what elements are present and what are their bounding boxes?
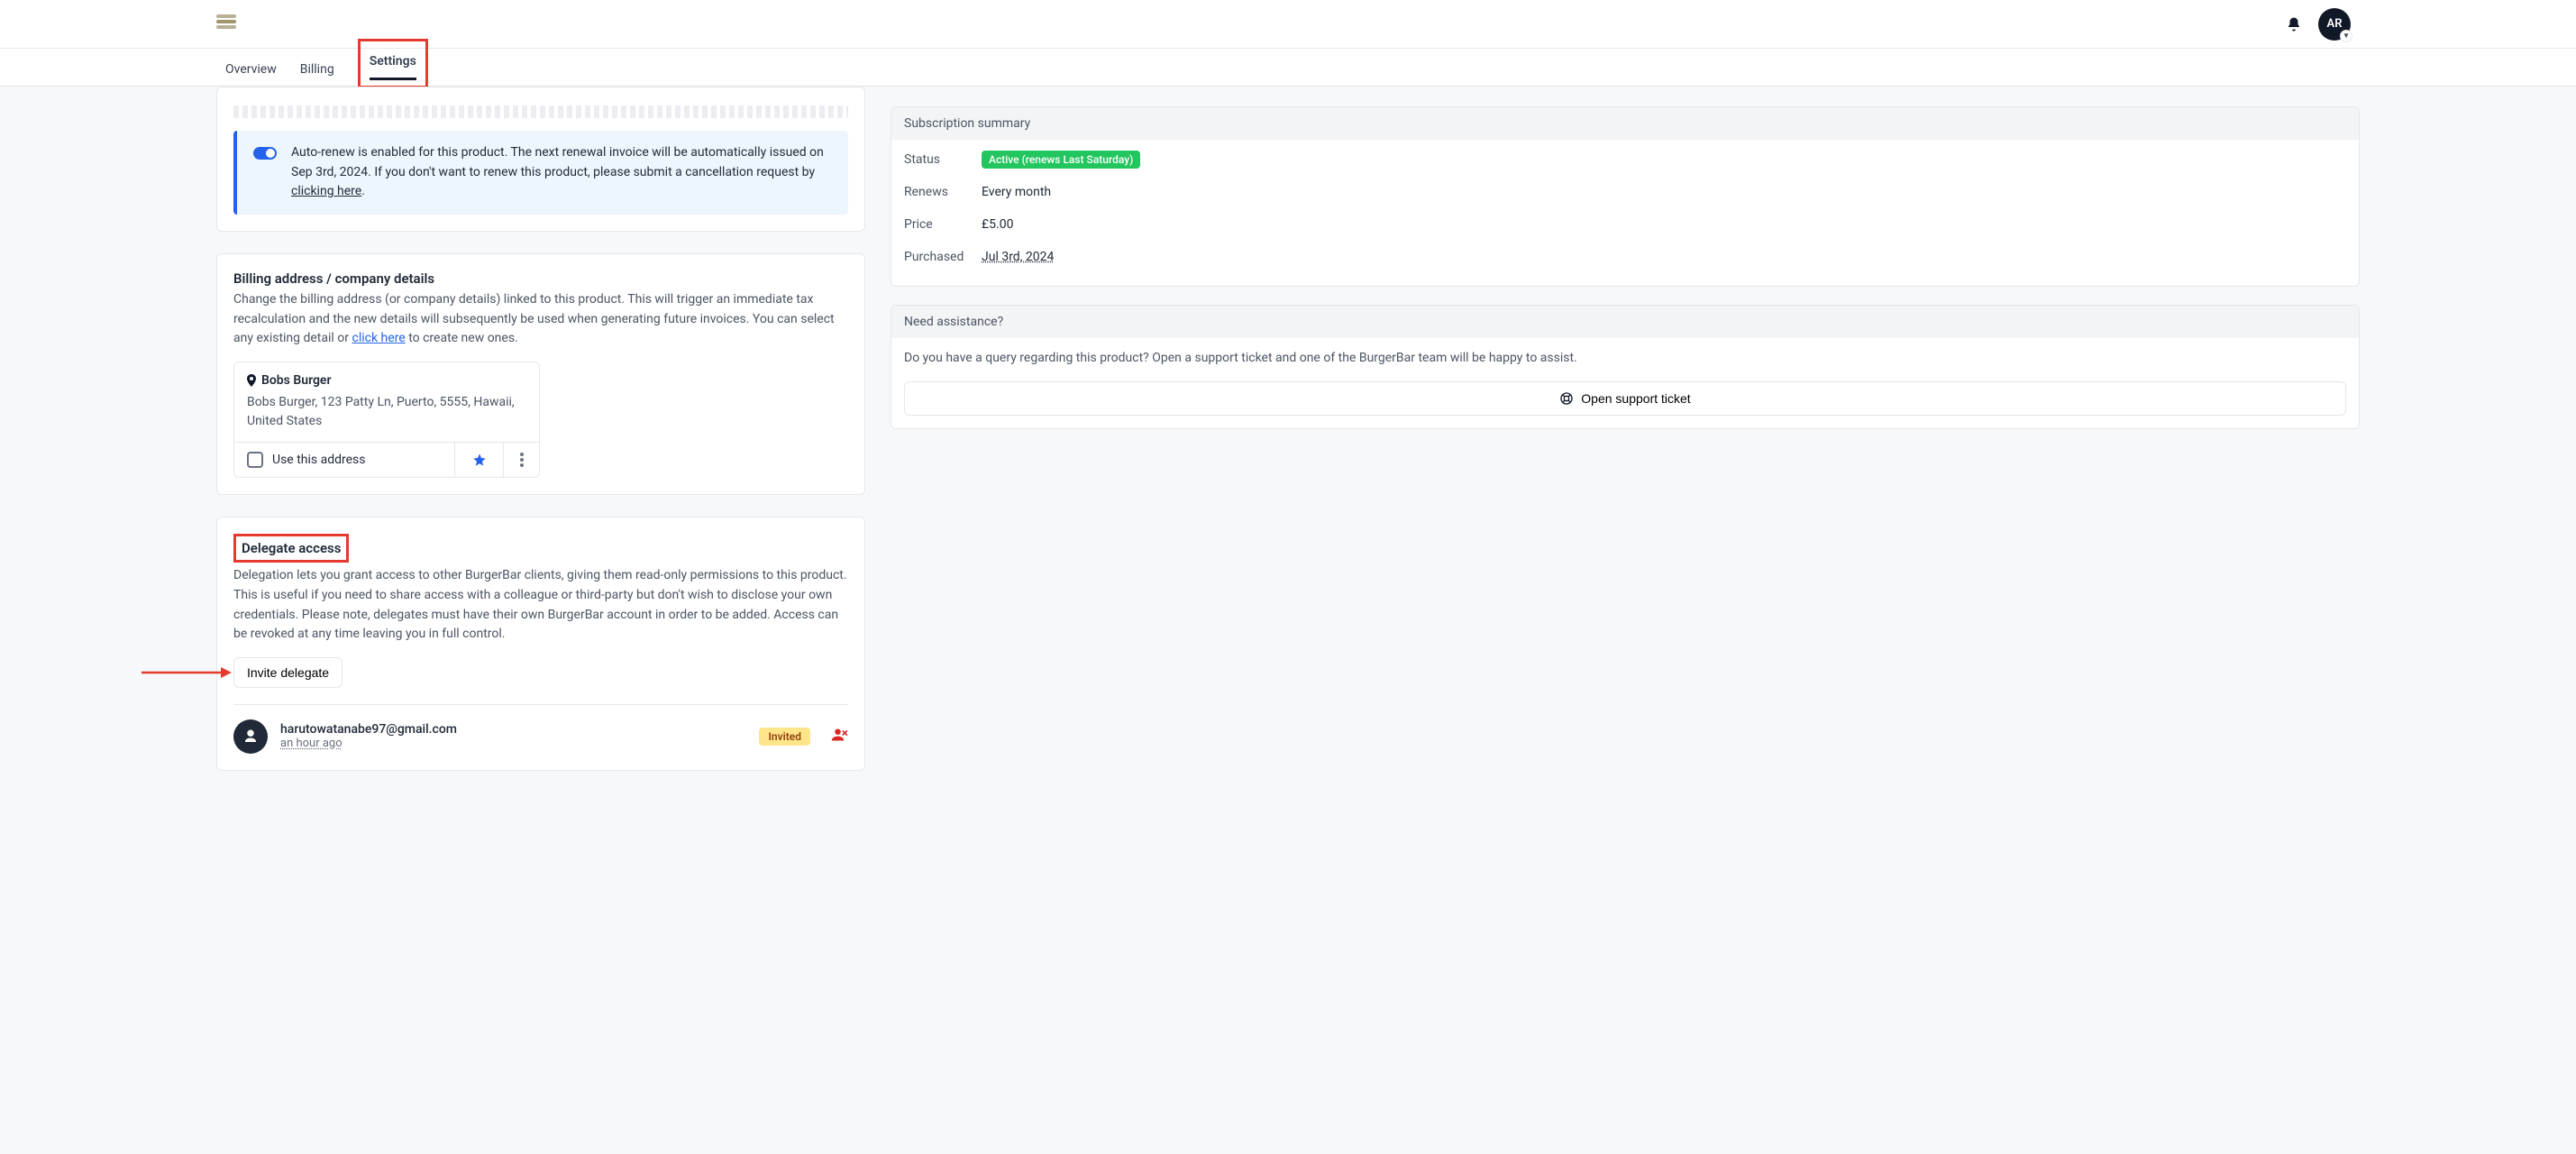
delegate-avatar [233, 719, 268, 754]
address-name-text: Bobs Burger [261, 373, 332, 388]
summary-price-value: £5.00 [982, 217, 2346, 232]
tab-settings[interactable]: Settings [370, 45, 416, 80]
pin-icon [247, 374, 256, 387]
address-name: Bobs Burger [247, 373, 526, 388]
assistance-heading: Need assistance? [891, 306, 2359, 338]
tab-overview[interactable]: Overview [225, 53, 277, 86]
autorenew-card: Auto-renew is enabled for this product. … [216, 87, 865, 232]
summary-status-label: Status [904, 152, 982, 167]
billing-address-card: Billing address / company details Change… [216, 253, 865, 495]
use-address-option[interactable]: Use this address [234, 443, 454, 477]
summary-purchased-label: Purchased [904, 250, 982, 264]
summary-renews-value: Every month [982, 185, 2346, 199]
address-card: Bobs Burger Bobs Burger, 123 Patty Ln, P… [233, 362, 540, 478]
address-star-button[interactable] [454, 443, 503, 477]
bell-icon[interactable] [2286, 16, 2302, 32]
remove-delegate-button[interactable] [832, 728, 848, 745]
delegate-access-card: Delegate access Delegation lets you gran… [216, 517, 865, 771]
summary-purchased-value: Jul 3rd, 2024 [982, 250, 1054, 264]
billing-address-desc: Change the billing address (or company d… [233, 290, 848, 349]
open-support-ticket-button[interactable]: Open support ticket [904, 381, 2346, 416]
star-icon [472, 453, 487, 467]
tab-billing[interactable]: Billing [300, 53, 334, 86]
need-assistance-card: Need assistance? Do you have a query reg… [891, 305, 2360, 429]
invited-badge: Invited [759, 728, 810, 746]
billing-address-title: Billing address / company details [233, 270, 848, 287]
summary-renews-label: Renews [904, 185, 982, 199]
avatar[interactable]: AR ▾ [2318, 8, 2351, 41]
cancel-request-link[interactable]: clicking here [291, 184, 361, 198]
delegate-title: Delegate access [242, 540, 341, 556]
summary-heading: Subscription summary [891, 107, 2359, 140]
more-vertical-icon [520, 453, 524, 467]
delegate-desc: Delegation lets you grant access to othe… [233, 566, 848, 645]
address-lines: Bobs Burger, 123 Patty Ln, Puerto, 5555,… [247, 393, 526, 431]
autorenew-text-post: . [361, 184, 365, 198]
annotation-highlight-settings: Settings [358, 39, 428, 88]
summary-price-label: Price [904, 217, 982, 232]
billing-desc-post: to create new ones. [406, 331, 518, 345]
invite-delegate-button[interactable]: Invite delegate [233, 657, 343, 688]
autorenew-text: Auto-renew is enabled for this product. … [291, 143, 832, 202]
assistance-text: Do you have a query regarding this produ… [904, 349, 2346, 369]
annotation-arrow [142, 665, 232, 680]
delegate-time: an hour ago [280, 737, 746, 750]
person-icon [242, 728, 259, 745]
use-address-checkbox[interactable] [247, 452, 263, 468]
autorenew-text-pre: Auto-renew is enabled for this product. … [291, 145, 824, 179]
use-address-label: Use this address [272, 453, 366, 467]
status-badge: Active (renews Last Saturday) [982, 151, 1140, 169]
delegate-list-item: harutowatanabe97@gmail.com an hour ago I… [233, 719, 848, 754]
subscription-summary-card: Subscription summary Status Active (rene… [891, 106, 2360, 287]
logo-icon[interactable] [216, 14, 236, 34]
tabbar: Overview Billing Settings [0, 49, 2576, 87]
delegate-email: harutowatanabe97@gmail.com [280, 722, 746, 737]
support-button-label: Open support ticket [1581, 391, 1690, 406]
annotation-highlight-delegate: Delegate access [233, 534, 349, 563]
lifebuoy-icon [1559, 391, 1574, 406]
autorenew-toggle[interactable] [253, 147, 277, 160]
billing-desc-pre: Change the billing address (or company d… [233, 292, 835, 345]
chevron-down-icon: ▾ [2340, 30, 2352, 42]
user-remove-icon [832, 728, 848, 741]
address-more-button[interactable] [503, 443, 539, 477]
click-here-link[interactable]: click here [352, 331, 406, 345]
truncated-text [233, 105, 848, 118]
avatar-initials: AR [2327, 17, 2343, 31]
